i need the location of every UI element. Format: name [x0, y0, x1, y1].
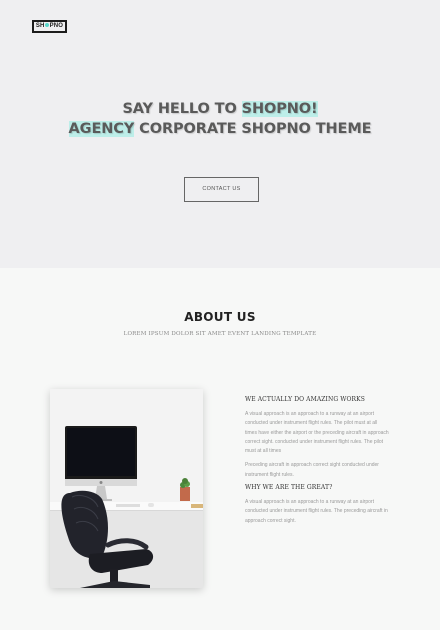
about-heading-works: WE ACTUALLY DO AMAZING WORKS — [245, 396, 365, 403]
about-heading-great: WHY WE ARE THE GREAT? — [245, 484, 333, 492]
logo-text-end: PNO — [49, 23, 64, 29]
about-paragraph-1: A visual approach is an approach to a ru… — [245, 411, 389, 455]
contact-us-button[interactable]: CONTACT US — [184, 177, 259, 202]
brand-logo[interactable]: SH PNO — [32, 20, 67, 33]
hero-line1-highlight: SHOPNO! — [241, 101, 318, 117]
hero-line1-text: SAY HELLO TO — [122, 101, 242, 117]
hero-section: SH PNO SAY HELLO TO SHOPNO! AGENCY CORPOR… — [0, 0, 440, 268]
about-subtitle: LOREM IPSUM DOLOR SIT AMET EVENT LANDING… — [123, 331, 317, 337]
hero-line2-text: CORPORATE SHOPNO THEME — [134, 121, 372, 137]
about-paragraph-3: A visual approach is an approach to a ru… — [245, 499, 388, 524]
about-title: ABOUT US — [184, 310, 256, 324]
logo-text: SH — [35, 23, 45, 29]
workspace-image — [50, 389, 203, 588]
about-text-column: WE ACTUALLY DO AMAZING WORKS A visual ap… — [245, 396, 390, 526]
workspace-illustration — [50, 389, 203, 588]
logo-dot-icon — [45, 23, 50, 28]
about-paragraph-2: Preceding aircraft in approach correct s… — [245, 462, 379, 478]
hero-title: SAY HELLO TO SHOPNO! AGENCY CORPORATE SH… — [0, 99, 440, 139]
hero-line2-highlight: AGENCY — [68, 121, 135, 137]
